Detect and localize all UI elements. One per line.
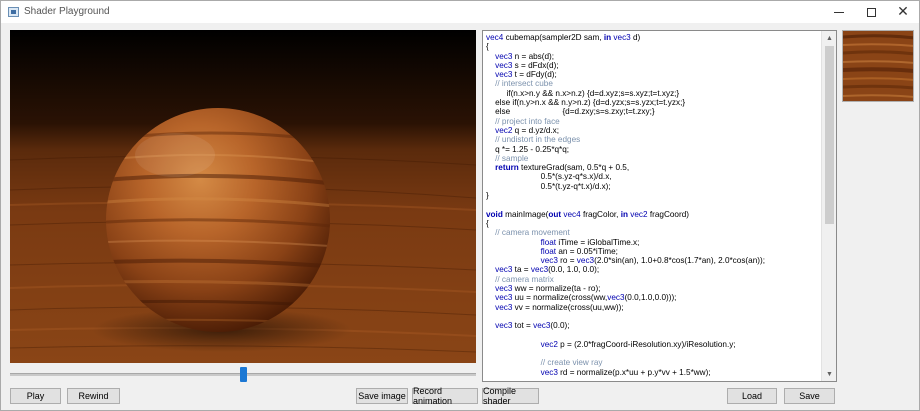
code-line: 0.5*(t.yz-q*t.x)/d.x); [486,181,611,191]
code-line: // camera matrix [486,274,554,284]
code-line: { [486,42,489,52]
scrollbar-thumb[interactable] [825,46,834,224]
compile-shader-button[interactable]: Compile shader [482,386,539,406]
texture-channel-thumbnail[interactable] [842,30,914,102]
code-line: float an = 0.05*iTime; [540,246,618,256]
code-line: // intersect cube [486,79,553,89]
code-line: vec3 vv = normalize(cross(uu,ww)); [495,302,624,312]
code-line: vec3 rd = normalize(p.x*uu + p.y*vv + 1.… [540,367,711,377]
code-line: 0.5*(s.yz-q*s.x)/d.x, [486,172,612,182]
code-line: vec3 ro = vec3(2.0*sin(an), 1.0+0.8*cos(… [540,256,765,266]
code-line: return textureGrad(sam, 0.5*q + 0.5, [495,163,630,173]
code-line: vec2 p = (2.0*fragCoord-iResolution.xy)/… [540,339,736,349]
code-line: // project into face [486,116,560,126]
play-button[interactable]: Play [10,388,61,404]
code-line: q *= 1.25 - 0.25*q*q; [486,144,570,154]
rewind-button[interactable]: Rewind [67,388,120,404]
close-icon: ✕ [897,4,909,20]
title-bar[interactable]: Shader Playground ✕ [1,1,919,23]
code-line: if(n.x>n.y && n.x>n.z) {d=d.xyz;s=s.xyz;… [486,88,680,98]
scroll-down-arrow-icon[interactable]: ▼ [822,367,836,381]
code-line: vec3 ww = normalize(ta - ro); [495,284,601,294]
shader-playground-window: Shader Playground ✕ Play Rewind Save ima… [0,0,920,411]
maximize-icon [866,7,876,17]
code-line: vec3 t = dFdy(d); [495,70,557,80]
code-line: vec2 q = d.yz/d.x; [495,125,560,135]
code-line: void mainImage(out vec4 fragColor, in ve… [486,209,689,219]
timeline-slider[interactable] [10,367,476,382]
shader-render-view[interactable] [10,30,476,363]
code-line: // undistort in the edges [486,135,581,145]
code-line: // create view ray [486,358,603,368]
minimize-button[interactable] [823,1,855,23]
code-line: vec3 tot = vec3(0.0); [495,321,570,331]
save-image-button[interactable]: Save image [356,388,408,404]
code-line: // sample [486,153,529,163]
code-line: vec4 cubemap(sampler2D sam, in vec3 d) [486,33,641,42]
code-line: vec3 n = abs(d); [495,51,555,61]
close-button[interactable]: ✕ [887,1,919,23]
record-animation-button[interactable]: Record animation [412,386,478,406]
code-line: } [486,191,489,201]
code-line: vec3 s = dFdx(d); [495,60,559,70]
wood-sphere-render [10,30,476,363]
code-line: { [486,218,489,228]
code-text[interactable]: vec4 cubemap(sampler2D sam, in vec3 d){ … [486,33,819,377]
code-line: vec3 ta = vec3(0.0, 1.0, 0.0); [495,265,600,275]
code-line: vec3 uu = normalize(cross(ww,vec3(0.0,1.… [495,293,677,303]
code-line: // camera movement [486,228,570,238]
code-line: float iTime = iGlobalTime.x; [540,237,640,247]
editor-vertical-scrollbar[interactable]: ▲ ▼ [821,31,836,381]
save-button[interactable]: Save [784,388,835,404]
code-line: else if(n.y>n.x && n.y>n.z) {d=d.yzx;s=s… [486,98,686,108]
minimize-icon [834,11,844,13]
code-line: else {d=d.zxy;s=s.zxy;t=t.zxy;} [486,107,655,117]
maximize-button[interactable] [855,1,887,23]
scroll-up-arrow-icon[interactable]: ▲ [822,31,836,45]
shader-code-editor[interactable]: vec4 cubemap(sampler2D sam, in vec3 d){ … [482,30,837,382]
load-button[interactable]: Load [727,388,777,404]
app-window-icon [8,7,19,17]
wood-texture-thumbnail [843,31,913,101]
window-title: Shader Playground [24,6,110,17]
slider-thumb[interactable] [240,367,247,382]
